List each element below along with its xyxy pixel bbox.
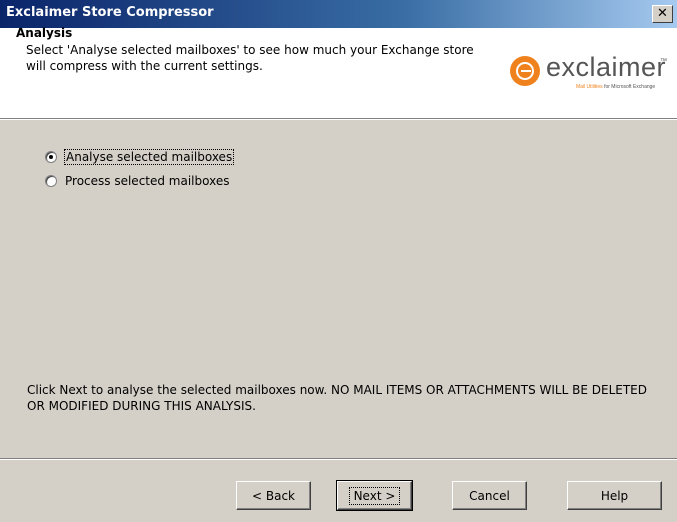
logo-trademark: ™ <box>660 58 667 65</box>
next-button-label: Next > <box>348 486 401 505</box>
radio-process[interactable]: Process selected mailboxes <box>45 172 230 190</box>
header-divider <box>0 118 677 120</box>
radio-button-selected-icon[interactable] <box>45 151 57 163</box>
logo-tagline-b: for Microsoft Exchange <box>604 84 656 90</box>
title-bar[interactable]: Exclaimer Store Compressor ✕ <box>0 0 677 28</box>
help-button-label: Help <box>600 488 629 503</box>
footer-divider <box>0 458 677 460</box>
window-title: Exclaimer Store Compressor <box>6 5 214 20</box>
radio-label-analyse[interactable]: Analyse selected mailboxes <box>64 149 235 165</box>
logo-tagline-a: Mail Utilities <box>576 84 603 90</box>
exclaimer-logo-icon <box>510 56 540 86</box>
cancel-button[interactable]: Cancel <box>452 481 527 510</box>
back-button-label: < Back <box>251 488 295 503</box>
logo-tagline: Mail Utilities for Microsoft Exchange <box>576 84 655 90</box>
page-title: Analysis <box>16 26 73 40</box>
exclaimer-logo: exclaimer ™ Mail Utilities for Microsoft… <box>510 52 670 96</box>
cancel-button-label: Cancel <box>469 488 510 503</box>
back-button[interactable]: < Back <box>236 481 311 510</box>
dialog-window: Exclaimer Store Compressor ✕ Analysis Se… <box>0 0 677 522</box>
radio-analyse[interactable]: Analyse selected mailboxes <box>45 148 235 166</box>
page-description: Select 'Analyse selected mailboxes' to s… <box>26 43 474 73</box>
logo-wordmark: exclaimer <box>546 52 667 82</box>
close-icon: ✕ <box>657 6 668 21</box>
radio-button-icon[interactable] <box>45 175 57 187</box>
info-text: Click Next to analyse the selected mailb… <box>27 383 647 413</box>
radio-label-process[interactable]: Process selected mailboxes <box>64 174 230 188</box>
close-button[interactable]: ✕ <box>652 5 673 23</box>
next-button[interactable]: Next > <box>336 480 413 511</box>
help-button[interactable]: Help <box>567 481 662 510</box>
